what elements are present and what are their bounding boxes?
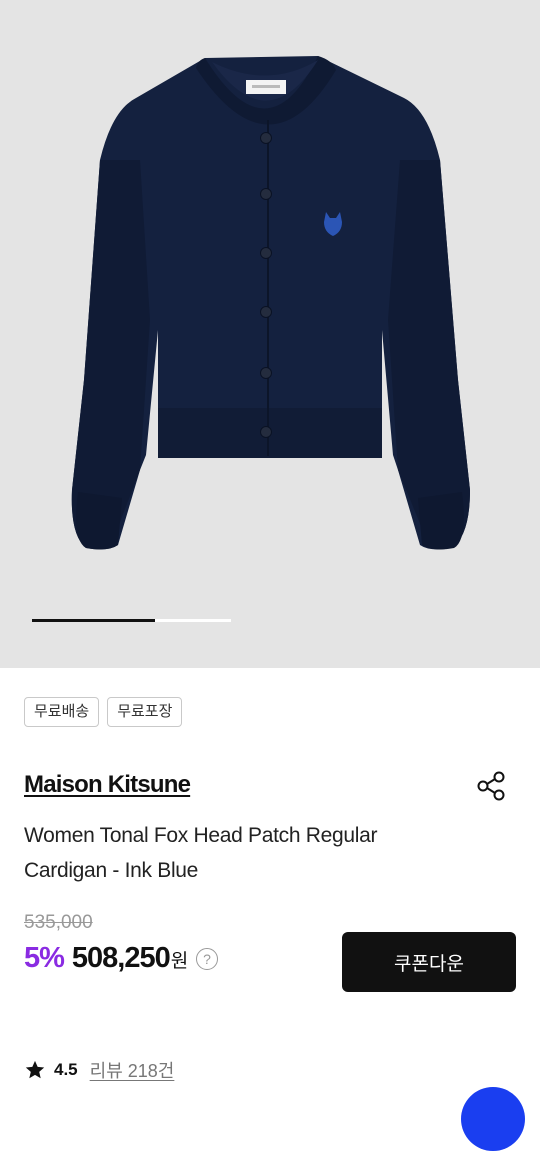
badge-free-shipping: 무료배송: [24, 697, 100, 727]
product-name-line2: Cardigan - Ink Blue: [24, 859, 199, 882]
original-price: 535,000: [24, 912, 93, 933]
floating-action-button[interactable]: [461, 1087, 525, 1151]
badge-free-wrapping: 무료포장: [107, 697, 183, 727]
share-icon[interactable]: [474, 769, 508, 803]
star-icon: [25, 1060, 45, 1079]
brand-link[interactable]: Maison Kitsune: [24, 771, 191, 799]
product-name-line1: Women Tonal Fox Head Patch Regular: [24, 824, 378, 847]
price-row: 5% 508,250 원: [24, 942, 188, 975]
rating-row: 4.5 리뷰 218건: [24, 1057, 174, 1083]
discount-rate: 5%: [24, 942, 65, 974]
currency-unit: 원: [170, 951, 189, 972]
help-circle-icon[interactable]: ?: [196, 948, 218, 970]
product-image: [71, 56, 471, 550]
review-count-link[interactable]: 리뷰 218건: [90, 1057, 175, 1083]
carousel-progress: [32, 619, 231, 622]
product-name: Women Tonal Fox Head Patch Regular Cardi…: [24, 818, 444, 888]
rating-score: 4.5: [54, 1060, 78, 1079]
sale-price: 508,250: [71, 942, 171, 974]
carousel-progress-fill: [32, 619, 156, 622]
product-image-carousel[interactable]: [0, 0, 540, 668]
coupon-download-button[interactable]: 쿠폰다운: [342, 932, 516, 992]
benefit-badges: 무료배송 무료포장: [24, 697, 183, 727]
